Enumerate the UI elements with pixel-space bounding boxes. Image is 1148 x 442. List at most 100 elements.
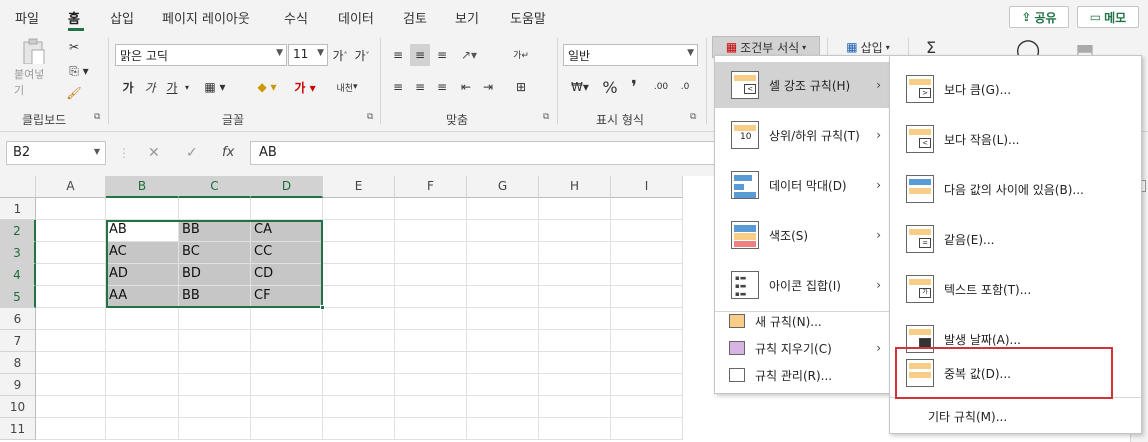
cell-g2[interactable] <box>467 220 539 242</box>
cell-f8[interactable] <box>395 352 467 374</box>
menu-item-text-contains[interactable]: 가 텍스트 포함(T)... <box>890 264 1141 314</box>
cell-h9[interactable] <box>539 374 611 396</box>
cell-e8[interactable] <box>323 352 395 374</box>
border-icon[interactable]: ▦ ▾ <box>200 76 230 98</box>
row-header-4[interactable]: 4 <box>0 264 36 286</box>
cell-i1[interactable] <box>611 198 683 220</box>
row-header-1[interactable]: 1 <box>0 198 36 220</box>
cell-g4[interactable] <box>467 264 539 286</box>
tab-file[interactable]: 파일 <box>15 8 39 27</box>
column-header-g[interactable]: G <box>467 176 539 198</box>
format-painter-icon[interactable]: 🖌 <box>64 84 84 102</box>
bold-button[interactable]: 가 <box>119 76 137 98</box>
row-header-3[interactable]: 3 <box>0 242 36 264</box>
column-header-c[interactable]: C <box>179 176 251 198</box>
cell-b8[interactable] <box>106 352 179 374</box>
font-name-combo[interactable]: 맑은 고딕 ▼ <box>115 44 287 66</box>
tab-formulas[interactable]: 수식 <box>284 8 308 27</box>
memo-button[interactable]: ▭ 메모 <box>1077 6 1139 28</box>
underline-button[interactable]: 가 <box>163 76 181 98</box>
font-launcher-icon[interactable]: ⧉ <box>367 112 373 122</box>
row-header-5[interactable]: 5 <box>0 286 36 308</box>
wrap-text-icon[interactable]: 가↵ <box>510 40 532 68</box>
cell-h7[interactable] <box>539 330 611 352</box>
cell-h5[interactable] <box>539 286 611 308</box>
cell-f2[interactable] <box>395 220 467 242</box>
cell-g11[interactable] <box>467 418 539 440</box>
cell-a11[interactable] <box>36 418 106 440</box>
cell-b5[interactable]: AA <box>106 286 179 308</box>
cell-f5[interactable] <box>395 286 467 308</box>
menu-item-more-rules[interactable]: 기타 규칙(M)... <box>890 404 1141 428</box>
cell-d10[interactable] <box>251 396 323 418</box>
cell-e6[interactable] <box>323 308 395 330</box>
cell-f10[interactable] <box>395 396 467 418</box>
row-header-8[interactable]: 8 <box>0 352 36 374</box>
cell-h3[interactable] <box>539 242 611 264</box>
fill-handle[interactable] <box>320 305 325 310</box>
menu-item-manage-rules[interactable]: 규칙 관리(R)... <box>715 362 889 388</box>
cell-a9[interactable] <box>36 374 106 396</box>
menu-item-color-scales[interactable]: 색조(S) › <box>715 212 889 258</box>
merge-center-icon[interactable]: ⊞ <box>510 76 532 98</box>
cell-c2[interactable]: BB <box>179 220 251 242</box>
row-header-2[interactable]: 2 <box>0 220 36 242</box>
column-header-b[interactable]: B <box>106 176 179 198</box>
cell-c1[interactable] <box>179 198 251 220</box>
cell-h11[interactable] <box>539 418 611 440</box>
fill-color-icon[interactable]: ◆ ▾ <box>252 76 282 98</box>
cell-e11[interactable] <box>323 418 395 440</box>
cut-icon[interactable]: ✂ <box>64 38 84 56</box>
tab-home[interactable]: 홈 <box>68 8 80 27</box>
align-middle-icon[interactable]: ≡ <box>410 44 430 66</box>
cell-i5[interactable] <box>611 286 683 308</box>
cell-d5[interactable]: CF <box>251 286 323 308</box>
menu-item-icon-sets[interactable]: ▪▬ ▪▬ ▪▬ 아이콘 집합(I) › <box>715 262 889 308</box>
alignment-launcher-icon[interactable]: ⧉ <box>543 112 549 122</box>
cell-g9[interactable] <box>467 374 539 396</box>
copy-icon[interactable]: ⎘ ▾ <box>62 62 96 80</box>
cell-a7[interactable] <box>36 330 106 352</box>
cell-a5[interactable] <box>36 286 106 308</box>
cell-a1[interactable] <box>36 198 106 220</box>
font-size-combo[interactable]: 11 ▼ <box>288 44 328 66</box>
cell-b6[interactable] <box>106 308 179 330</box>
menu-item-top-bottom-rules[interactable]: 10 상위/하위 규칙(T) › <box>715 112 889 158</box>
cell-e5[interactable] <box>323 286 395 308</box>
align-right-icon[interactable]: ≡ <box>432 76 452 98</box>
cell-f3[interactable] <box>395 242 467 264</box>
cell-h8[interactable] <box>539 352 611 374</box>
percent-icon[interactable]: % <box>600 76 620 98</box>
menu-item-new-rule[interactable]: 새 규칙(N)... <box>715 308 889 334</box>
cell-f6[interactable] <box>395 308 467 330</box>
cell-c10[interactable] <box>179 396 251 418</box>
increase-decimal-icon[interactable]: .00 <box>650 76 672 98</box>
cell-a10[interactable] <box>36 396 106 418</box>
cell-d7[interactable] <box>251 330 323 352</box>
cell-e10[interactable] <box>323 396 395 418</box>
cell-d8[interactable] <box>251 352 323 374</box>
chevron-down-icon[interactable]: ▾ <box>182 76 192 98</box>
row-header-9[interactable]: 9 <box>0 374 36 396</box>
cell-b10[interactable] <box>106 396 179 418</box>
decrease-indent-icon[interactable]: ⇤ <box>456 76 476 98</box>
align-top-icon[interactable]: ≡ <box>388 44 408 66</box>
increase-font-icon[interactable]: 가 ˄ <box>330 44 350 66</box>
cell-i7[interactable] <box>611 330 683 352</box>
number-format-combo[interactable]: 일반 ▼ <box>563 44 698 66</box>
cell-f9[interactable] <box>395 374 467 396</box>
cell-b1[interactable] <box>106 198 179 220</box>
cell-i9[interactable] <box>611 374 683 396</box>
cell-i4[interactable] <box>611 264 683 286</box>
cell-f7[interactable] <box>395 330 467 352</box>
tab-review[interactable]: 검토 <box>403 8 427 27</box>
cell-i6[interactable] <box>611 308 683 330</box>
cell-d6[interactable] <box>251 308 323 330</box>
cell-i8[interactable] <box>611 352 683 374</box>
cell-g10[interactable] <box>467 396 539 418</box>
column-header-f[interactable]: F <box>395 176 467 198</box>
cell-g8[interactable] <box>467 352 539 374</box>
cell-i2[interactable] <box>611 220 683 242</box>
cell-c3[interactable]: BC <box>179 242 251 264</box>
font-color-icon[interactable]: 가 ▾ <box>290 76 320 98</box>
